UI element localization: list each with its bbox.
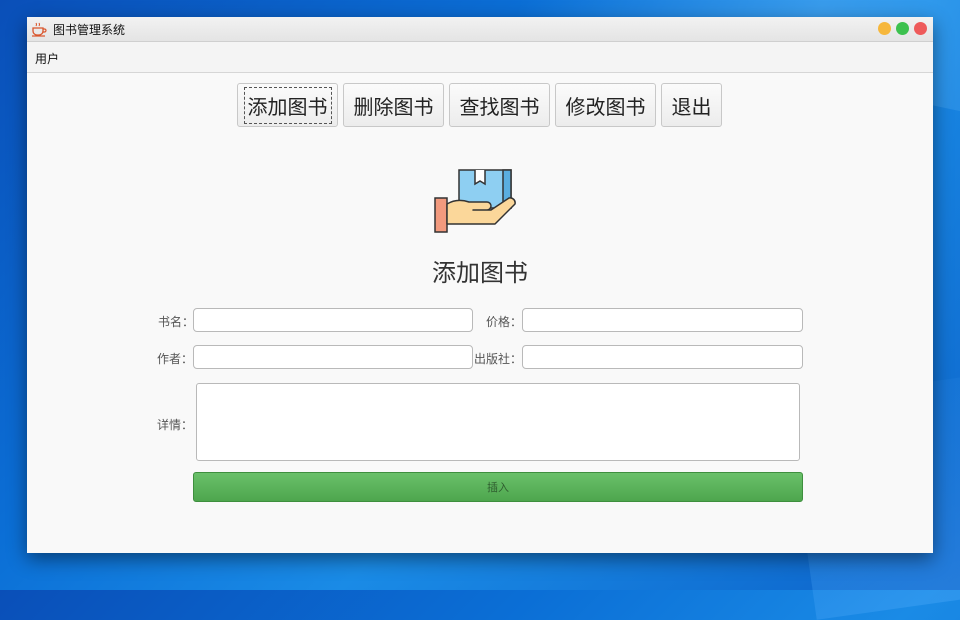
title-bar[interactable]: 图书管理系统	[27, 17, 933, 42]
coffee-cup-icon	[32, 22, 47, 37]
maximize-button[interactable]	[896, 22, 909, 35]
app-window: 图书管理系统 用户 添加图书 删除图书 查找图书 修改图书 退出 添加图书 书名…	[27, 17, 933, 553]
close-button[interactable]	[914, 22, 927, 35]
search-book-button[interactable]: 查找图书	[449, 83, 550, 127]
insert-button[interactable]: 插入	[193, 472, 803, 502]
details-label: 详情：	[157, 418, 194, 432]
exit-label: 退出	[671, 94, 712, 119]
publisher-label: 出版社：	[474, 352, 523, 366]
book-name-label: 书名：	[158, 315, 195, 329]
hand-holding-book-icon	[434, 169, 516, 233]
search-book-label: 查找图书	[459, 94, 540, 119]
book-name-input[interactable]	[193, 308, 473, 332]
details-textarea[interactable]	[196, 383, 800, 461]
page-title: 添加图书	[432, 259, 528, 287]
menu-item-user[interactable]: 用户	[35, 50, 59, 67]
window-title: 图书管理系统	[53, 23, 126, 37]
publisher-input[interactable]	[522, 345, 803, 369]
price-label: 价格：	[486, 315, 523, 329]
author-input[interactable]	[193, 345, 473, 369]
main-content: 添加图书 删除图书 查找图书 修改图书 退出 添加图书 书名： 价格： 作者： …	[27, 73, 933, 553]
price-input[interactable]	[522, 308, 803, 332]
insert-button-label: 插入	[487, 481, 509, 494]
minimize-button[interactable]	[878, 22, 891, 35]
menu-bar: 用户	[27, 42, 933, 73]
edit-book-button[interactable]: 修改图书	[555, 83, 656, 127]
exit-button[interactable]: 退出	[661, 83, 722, 127]
add-book-label: 添加图书	[243, 86, 332, 124]
delete-book-button[interactable]: 删除图书	[343, 83, 444, 127]
add-book-button[interactable]: 添加图书	[237, 83, 338, 127]
delete-book-label: 删除图书	[353, 94, 434, 119]
author-label: 作者：	[157, 352, 194, 366]
edit-book-label: 修改图书	[565, 94, 646, 119]
